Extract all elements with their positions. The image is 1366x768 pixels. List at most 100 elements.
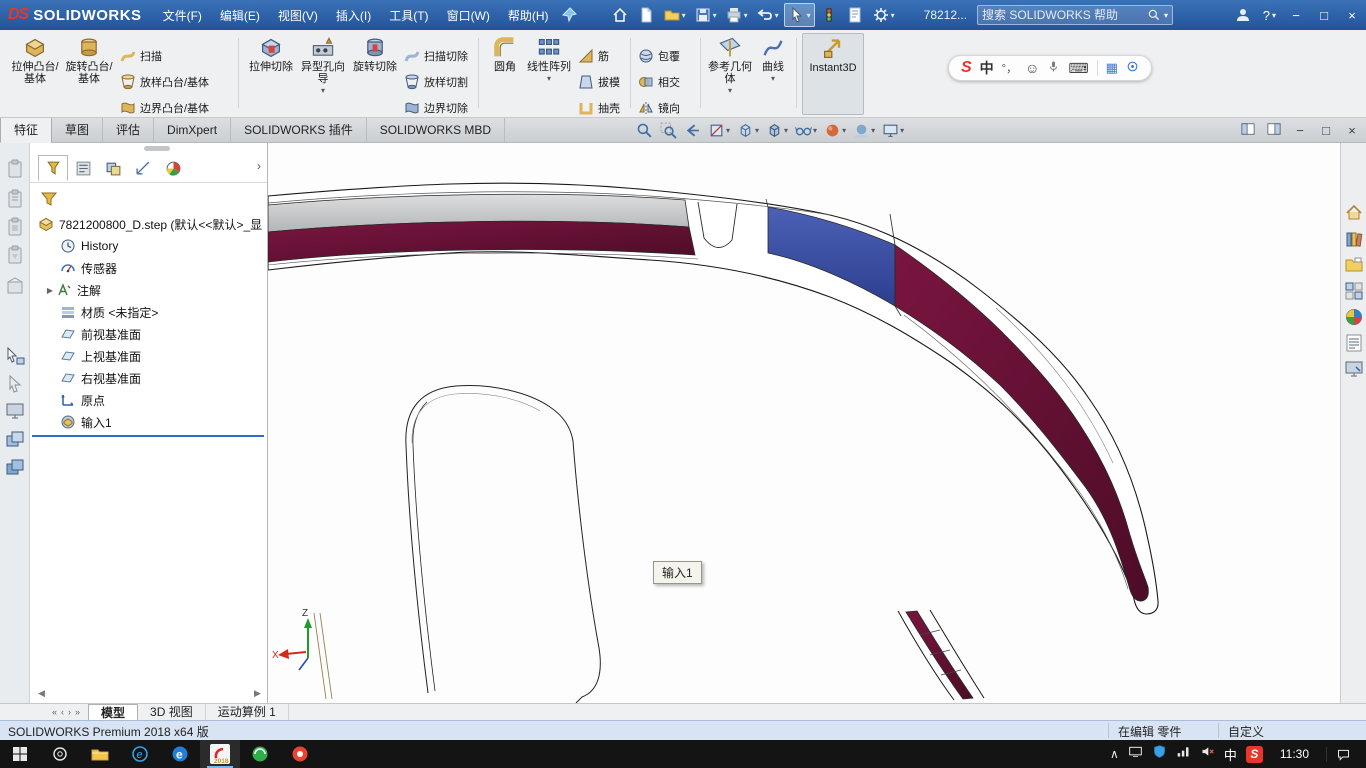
dimxpertmanager-tab[interactable] xyxy=(128,155,158,181)
new-document-button[interactable] xyxy=(634,4,658,26)
browser-360-taskbar-icon[interactable] xyxy=(240,740,280,768)
view-orientation-button[interactable]: ▾ xyxy=(737,122,759,139)
curves-button[interactable]: 曲线 ▾ xyxy=(754,33,792,115)
propertymanager-tab[interactable] xyxy=(68,155,98,181)
menu-help[interactable]: 帮助(H) xyxy=(499,2,558,29)
tab-addins[interactable]: SOLIDWORKS 插件 xyxy=(231,118,367,143)
apply-scene-button[interactable]: ▾ xyxy=(853,122,875,139)
fillet-button[interactable]: 圆角 xyxy=(484,33,526,115)
cortana-search-button[interactable] xyxy=(40,740,80,768)
tab-3d-views[interactable]: 3D 视图 xyxy=(138,704,206,720)
panel-splitter-handle[interactable] xyxy=(144,146,170,151)
edit-appearance-button[interactable]: ▾ xyxy=(824,122,846,139)
tree-item-material[interactable]: 材质 <未指定> xyxy=(30,301,266,323)
sweep-button[interactable]: 扫描 xyxy=(120,46,162,66)
hole-wizard-button[interactable]: 异型孔向导 ▾ xyxy=(298,33,348,115)
sweep-cut-button[interactable]: 扫描切除 xyxy=(404,46,468,66)
linear-pattern-button[interactable]: 线性阵列 ▾ xyxy=(526,33,572,115)
layer-paste-icon[interactable] xyxy=(4,456,26,478)
revolve-cut-button[interactable]: 旋转切除 xyxy=(350,33,400,115)
tree-item-front-plane[interactable]: 前视基准面 xyxy=(30,323,266,345)
zoom-area-button[interactable] xyxy=(660,122,677,139)
panel-flyout-chevron[interactable]: › xyxy=(257,159,261,173)
document-reference[interactable]: 78212... xyxy=(924,8,967,22)
ie-taskbar-icon[interactable]: e xyxy=(120,740,160,768)
sogou-logo-icon[interactable]: S xyxy=(961,59,972,77)
action-center-icon[interactable] xyxy=(1326,746,1360,762)
tab-scroll-last[interactable]: » xyxy=(75,707,80,717)
solidworks-resources-icon[interactable] xyxy=(1344,203,1364,223)
file-properties-button[interactable] xyxy=(843,4,867,26)
tree-item-annotations[interactable]: ▶ 注解 xyxy=(30,279,266,301)
custom-properties-icon[interactable] xyxy=(1344,333,1364,353)
loft-boss-button[interactable]: 放样凸台/基体 xyxy=(120,72,209,92)
menu-edit[interactable]: 编辑(E) xyxy=(211,2,269,29)
mirror-button[interactable]: 镜向 xyxy=(638,98,680,118)
loft-cut-button[interactable]: 放样切割 xyxy=(404,72,468,92)
print-button[interactable]: ▾ xyxy=(722,4,751,26)
tab-model[interactable]: 模型 xyxy=(88,704,139,720)
minimize-button[interactable]: − xyxy=(1282,3,1310,27)
ime-mic-icon[interactable] xyxy=(1047,60,1060,76)
undo-button[interactable]: ▾ xyxy=(753,4,782,26)
file-explorer-icon[interactable] xyxy=(1344,255,1364,275)
tab-sketch[interactable]: 草图 xyxy=(52,118,104,143)
ime-toolbar[interactable]: S 中 °， ☺ ⌨ ▦ xyxy=(948,55,1152,81)
wrap-button[interactable]: 包覆 xyxy=(638,46,680,66)
tab-scroll-first[interactable]: « xyxy=(52,707,57,717)
displaymanager-tab[interactable] xyxy=(158,155,188,181)
help-button[interactable]: ? ▾ xyxy=(1257,8,1282,23)
pane-right-icon[interactable] xyxy=(1266,122,1282,139)
tray-expand-icon[interactable]: ∧ xyxy=(1110,747,1119,761)
dropdown-icon[interactable]: ▾ xyxy=(1164,11,1168,20)
rebuild-button[interactable] xyxy=(817,4,841,26)
doc-close-icon[interactable]: × xyxy=(1344,123,1360,138)
boundary-cut-button[interactable]: 边界切除 xyxy=(404,98,468,118)
tree-item-sensors[interactable]: 传感器 xyxy=(30,257,266,279)
view-palette-icon[interactable] xyxy=(1344,281,1364,301)
section-view-button[interactable]: ▾ xyxy=(708,122,730,139)
rib-button[interactable]: 筋 xyxy=(578,46,609,66)
featuremanager-tab[interactable] xyxy=(38,155,68,181)
draft-button[interactable]: 拔模 xyxy=(578,72,620,92)
edge-taskbar-icon[interactable]: e xyxy=(160,740,200,768)
tree-item-top-plane[interactable]: 上视基准面 xyxy=(30,345,266,367)
menu-file[interactable]: 文件(F) xyxy=(154,2,211,29)
extrude-boss-button[interactable]: 拉伸凸台/基体 xyxy=(8,33,62,115)
search-icon[interactable] xyxy=(1147,8,1161,22)
tree-item-history[interactable]: History xyxy=(30,235,266,257)
shell-button[interactable]: 抽壳 xyxy=(578,98,620,118)
select-button[interactable]: ▾ xyxy=(783,3,815,27)
configurationmanager-tab[interactable] xyxy=(98,155,128,181)
status-custom-text[interactable]: 自定义 xyxy=(1228,723,1264,740)
zoom-fit-button[interactable] xyxy=(636,122,653,139)
view-settings-button[interactable]: ▾ xyxy=(882,122,904,139)
menu-window[interactable]: 窗口(W) xyxy=(438,2,499,29)
tree-scroll-right[interactable]: ▶ xyxy=(254,688,261,699)
clipboard-icon-3[interactable] xyxy=(4,216,26,238)
ime-skin-icon[interactable] xyxy=(1126,60,1139,76)
tray-network-icon[interactable] xyxy=(1176,744,1191,764)
ime-emoji-icon[interactable]: ☺ xyxy=(1025,60,1039,76)
clipboard-icon-2[interactable] xyxy=(4,188,26,210)
screen-icon[interactable] xyxy=(4,400,26,422)
select-arrow-icon[interactable] xyxy=(4,373,26,395)
clipboard-icon-4[interactable] xyxy=(4,244,26,266)
ime-toolbox-icon[interactable]: ▦ xyxy=(1106,60,1118,76)
hide-show-items-button[interactable]: ▾ xyxy=(795,122,817,139)
menu-view[interactable]: 视图(V) xyxy=(269,2,327,29)
maximize-button[interactable]: □ xyxy=(1310,3,1338,27)
start-button[interactable] xyxy=(0,740,40,768)
tree-root-item[interactable]: 7821200800_D.step (默认<<默认>_显 xyxy=(30,213,266,235)
tab-dimxpert[interactable]: DimXpert xyxy=(154,118,232,143)
display-style-button[interactable]: ▾ xyxy=(766,122,788,139)
reference-geometry-button[interactable]: 参考几何体 ▾ xyxy=(706,33,754,115)
tab-evaluate[interactable]: 评估 xyxy=(103,118,155,143)
tree-item-imported1[interactable]: 输入1 xyxy=(30,411,266,433)
tray-volume-muted-icon[interactable] xyxy=(1200,744,1215,764)
menu-tools[interactable]: 工具(T) xyxy=(380,2,437,29)
tab-features[interactable]: 特征 xyxy=(0,118,53,143)
ime-punctuation-icon[interactable]: °， xyxy=(1002,60,1017,76)
appearances-scenes-icon[interactable] xyxy=(1344,307,1364,327)
tree-item-right-plane[interactable]: 右视基准面 xyxy=(30,367,266,389)
